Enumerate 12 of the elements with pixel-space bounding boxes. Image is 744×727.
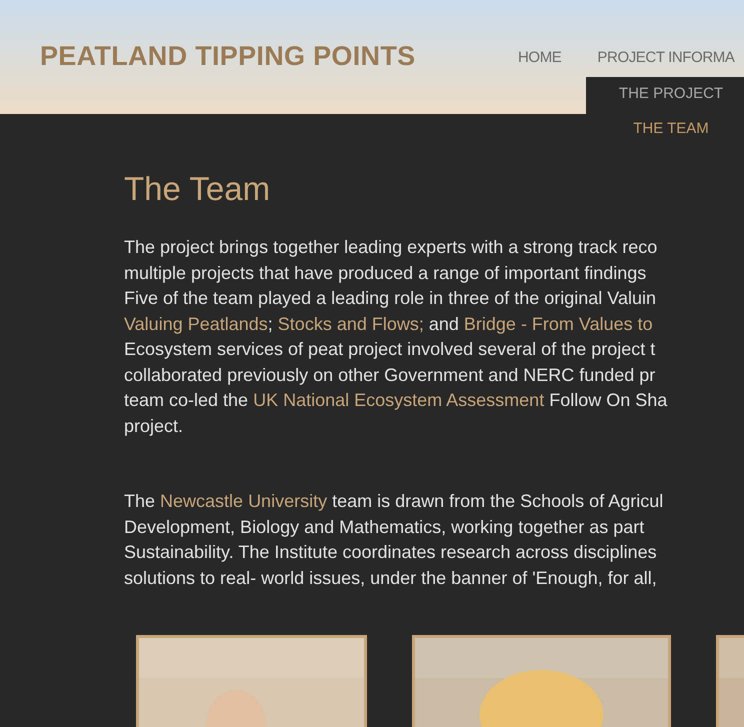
text-link[interactable]: Bridge - From Values to (464, 314, 653, 334)
text-link[interactable]: UK National Ecosystem Assessment (253, 390, 544, 410)
text-link[interactable]: Stocks and Flows; (278, 314, 424, 334)
text-link[interactable]: Newcastle University (160, 491, 328, 511)
dropdown-item[interactable]: THE PROJECT (618, 83, 724, 106)
nav-link[interactable]: PROJECT INFORMA (597, 47, 734, 70)
page-heading: The Team (124, 172, 272, 205)
dropdown-item[interactable]: THE TEAM (633, 118, 709, 140)
paragraph: The project brings together leading experts with a strong track reco multiple projects that have produced a range of important findings Five of the team played a leading role in three of the original Valuin Valuing Peatlands; Stocks and Flows; and Bridge - From Values to Ecosystem services of peat project involved several of the project t collaborated previously on other Government and NERC funded pr team co-led the UK National Ecosystem Assessment Follow On Sha project. (124, 236, 668, 438)
nav-link[interactable]: HOME (518, 47, 562, 70)
text-link[interactable]: Valuing Peatlands (124, 314, 268, 334)
paragraph: The Newcastle University team is drawn from the Schools of Agricul Development, Biology and Mathematics, working together as part Sustainability. The Institute coordinates research across disciplines solutions to real- world issues, under the banner of 'Enough, for all, (124, 490, 664, 590)
